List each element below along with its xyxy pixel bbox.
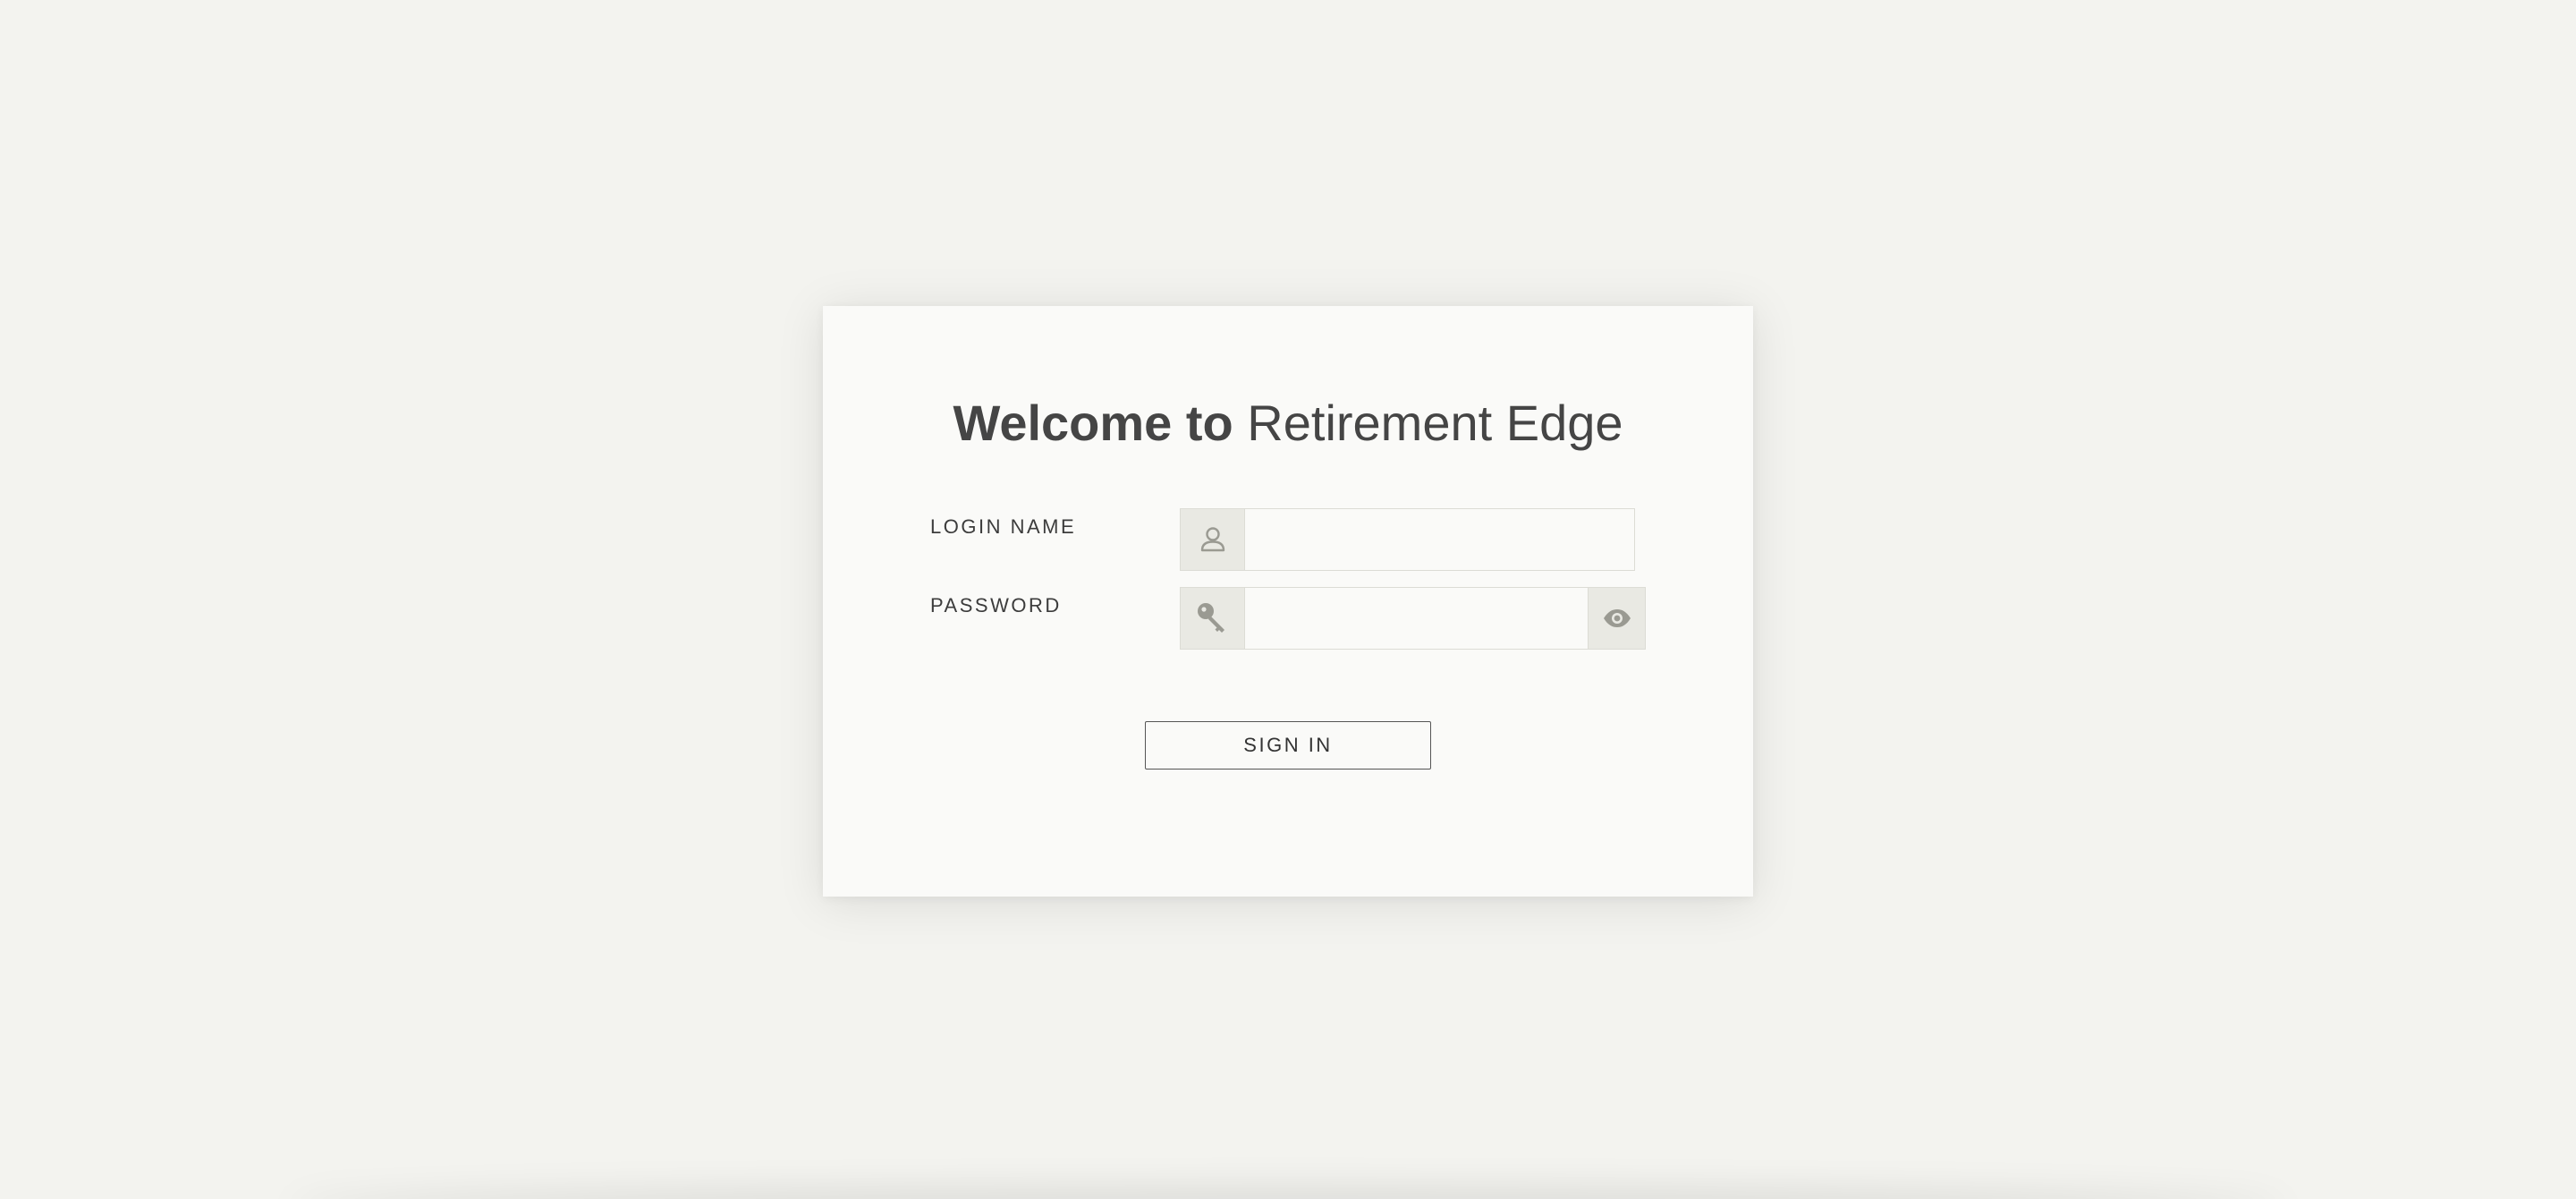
login-card: Welcome to Retirement Edge LOGIN NAME PA…: [823, 306, 1753, 897]
login-page: Welcome to Retirement Edge LOGIN NAME PA…: [0, 0, 2576, 1199]
password-group: [1180, 587, 1646, 650]
user-icon: [1180, 508, 1245, 571]
eye-icon[interactable]: [1589, 587, 1646, 650]
page-title: Welcome to Retirement Edge: [823, 392, 1753, 455]
title-app-name: Retirement Edge: [1247, 395, 1623, 451]
password-input[interactable]: [1245, 587, 1589, 650]
title-welcome: Welcome to: [953, 395, 1233, 451]
password-label: PASSWORD: [930, 594, 1062, 617]
login-name-group: [1180, 508, 1635, 571]
login-name-label: LOGIN NAME: [930, 515, 1077, 538]
sign-in-button[interactable]: SIGN IN: [1145, 721, 1431, 770]
login-name-input[interactable]: [1245, 508, 1635, 571]
key-icon: [1180, 587, 1245, 650]
